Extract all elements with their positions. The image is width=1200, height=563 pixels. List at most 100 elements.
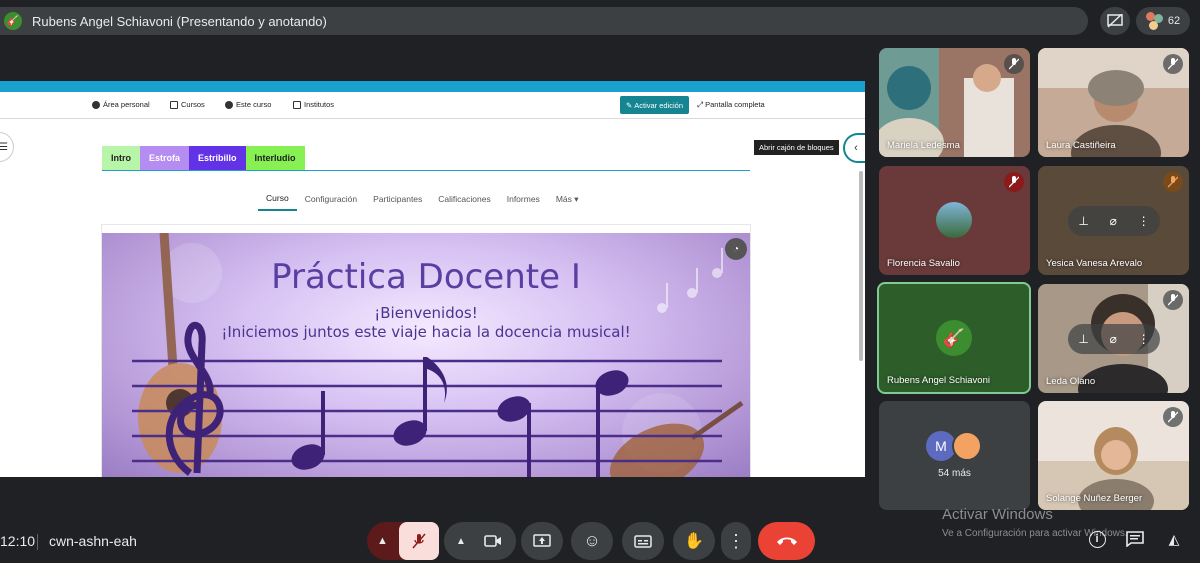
info-icon: i [1088,530,1106,548]
chevron-up-icon[interactable]: ▲ [377,535,388,547]
participant-name: Mariela Ledesma [887,140,960,151]
more-options-button[interactable]: ⋮ [721,522,751,560]
more-participants-tile[interactable]: M 54 más [879,401,1030,510]
captions-button[interactable] [622,522,664,560]
present-button[interactable] [521,522,563,560]
banner-welcome: ¡Bienvenidos! [374,304,478,322]
meeting-info-button[interactable]: i [1083,525,1111,553]
expand-icon: ⤢ [697,100,703,109]
menu-calificaciones[interactable]: Calificaciones [430,187,498,211]
participant-name: Florencia Savalio [887,258,960,269]
hangup-icon [776,537,797,545]
pin-icon[interactable]: ⊥ [1078,214,1088,228]
participant-tile[interactable]: Florencia Savalio [879,166,1030,275]
pin-icon[interactable]: ⊥ [1078,332,1088,346]
menu-informes[interactable]: Informes [499,187,548,211]
tab-interludio[interactable]: Interludio [245,146,305,170]
mic-off-icon [1163,407,1183,427]
page-scrollbar[interactable] [859,171,863,361]
tile-actions: ⊥ ⌀ ⋮ [1068,206,1160,236]
participant-tile[interactable]: Solange Nuñez Berger [1038,401,1189,510]
dashboard-icon [92,100,100,109]
mic-off-icon[interactable]: ⌀ [1110,332,1117,346]
participant-name: Laura Castiñeira [1046,140,1116,151]
grid-icon [170,100,178,109]
fullscreen-link[interactable]: ⤢ Pantalla completa [697,100,765,110]
camera-icon[interactable] [484,535,502,547]
participant-tile[interactable]: Mariela Ledesma [879,48,1030,157]
moodle-header-strip [0,81,865,92]
nav-cursos[interactable]: Cursos [170,100,205,109]
present-screen-icon [533,534,551,547]
course-index-toggle[interactable]: ☰ [0,132,14,162]
activities-button[interactable]: ◭ [1160,525,1188,553]
tabs-underline [102,170,750,171]
mic-off-icon [1004,172,1024,192]
participant-tile[interactable]: ⊥ ⌀ ⋮ Yesica Vanesa Arevalo [1038,166,1189,275]
people-button[interactable]: 62 [1136,7,1190,35]
meeting-code: cwn-ashn-eah [49,533,137,549]
banner-tagline: ¡Iniciemos juntos este viaje hacia la do… [221,323,631,341]
nav-cursos-label: Cursos [181,100,205,109]
participant-avatar [936,202,972,238]
participant-tile[interactable]: Laura Castiñeira [1038,48,1189,157]
section-tabs: Intro Estrofa Estribillo Interludio [102,146,305,170]
menu-mas-label: Más [555,194,572,204]
edit-icon: ✎ [625,100,633,110]
emoji-icon: ☺ [583,531,601,550]
presenter-avatar: 🎸 [4,12,22,30]
participant-name: Solange Nuñez Berger [1046,493,1143,504]
image-edit-icon[interactable]: ◔ [725,238,747,260]
fullscreen-label: Pantalla completa [705,100,765,109]
participants-avatars-icon [1145,12,1164,30]
captions-icon [634,534,652,548]
menu-participantes[interactable]: Participantes [365,187,430,211]
activar-edicion-button[interactable]: ✎ Activar edición [620,96,689,114]
nav-area-personal[interactable]: Área personal [92,100,150,109]
tab-intro[interactable]: Intro [102,146,140,170]
clock: 12:10 [0,533,36,549]
more-photo-avatar [952,431,982,461]
presenter-banner: 🎸 Rubens Angel Schiavoni (Presentando y … [0,7,1088,35]
more-vert-icon: ⋮ [727,530,745,551]
participant-count: 62 [1167,15,1181,27]
tab-estribillo[interactable]: Estribillo [189,146,246,170]
participant-tile-active-speaker[interactable]: 🎸 Rubens Angel Schiavoni [877,282,1031,394]
top-bar: 🎸 Rubens Angel Schiavoni (Presentando y … [0,0,1200,42]
chat-button[interactable] [1121,525,1149,553]
mic-off-icon [412,533,426,549]
banner-title: Práctica Docente I [271,257,581,297]
participant-name: Leda Olano [1046,376,1096,387]
mic-toggle-button[interactable] [399,522,439,560]
tab-estrofa[interactable]: Estrofa [140,146,190,170]
leave-call-button[interactable] [758,522,815,560]
participant-tile[interactable]: ⊥ ⌀ ⋮ Leda Olano [1038,284,1189,393]
sitemap-icon [225,100,233,109]
camera-control-group: ▲ [444,522,516,560]
shapes-icon: ◭ [1168,530,1180,547]
course-secondary-nav: Curso Configuración Participantes Califi… [258,187,587,211]
raise-hand-button[interactable]: ✋ [673,522,715,560]
menu-configuracion[interactable]: Configuración [297,187,365,211]
mic-off-icon[interactable]: ⌀ [1110,214,1117,228]
caret-down-icon: ▾ [571,193,579,204]
participant-name: Yesica Vanesa Arevalo [1046,258,1143,269]
presenter-label: Rubens Angel Schiavoni (Presentando y an… [32,13,327,29]
tile-actions: ⊥ ⌀ ⋮ [1068,324,1160,354]
chevron-up-icon[interactable]: ▲ [456,536,466,547]
nav-institutos[interactable]: Institutos [293,100,334,109]
menu-mas[interactable]: Más ▾ [548,187,587,211]
more-vert-icon[interactable]: ⋮ [1138,332,1150,346]
menu-curso[interactable]: Curso [258,187,297,211]
presentation-off-button[interactable] [1100,7,1130,35]
mic-control-group: ▲ [367,522,439,560]
more-vert-icon[interactable]: ⋮ [1138,214,1150,228]
chevron-left-icon: ‹ [854,142,858,154]
institution-icon [293,100,301,109]
nav-este-curso[interactable]: Este curso [225,100,271,109]
drawer-tooltip: Abrir cajón de bloques [754,140,839,155]
block-drawer-toggle[interactable]: ‹ [843,133,865,163]
mic-off-icon [1163,172,1183,192]
reactions-button[interactable]: ☺ [571,522,613,560]
hand-icon: ✋ [684,533,704,550]
